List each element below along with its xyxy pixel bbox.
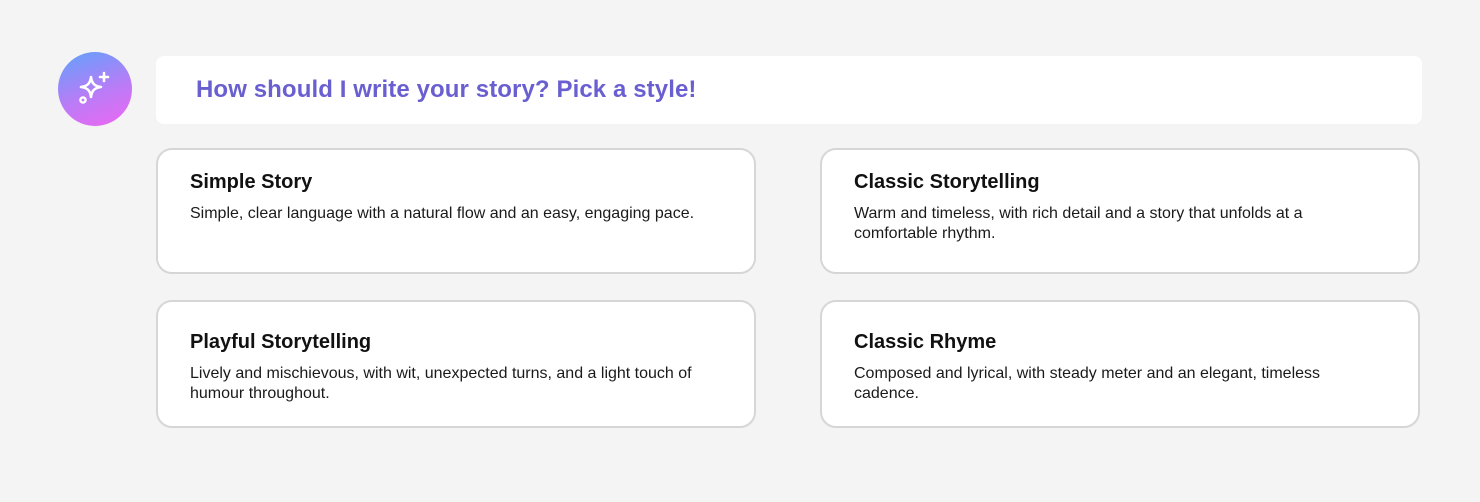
option-description: Composed and lyrical, with steady meter … [854, 365, 1321, 402]
style-option-classic-rhyme[interactable]: Classic Rhyme Composed and lyrical, with… [820, 300, 1420, 428]
assistant-message: How should I write your story? Pick a st… [156, 56, 1422, 124]
style-option-classic-storytelling[interactable]: Classic Storytelling Warm and timeless, … [820, 148, 1420, 274]
option-title: Playful Storytelling [190, 331, 372, 353]
option-title: Classic Rhyme [854, 331, 997, 353]
option-title: Classic Storytelling [854, 171, 1040, 193]
option-description: Lively and mischievous, with wit, unexpe… [190, 365, 692, 402]
style-option-playful-storytelling[interactable]: Playful Storytelling Lively and mischiev… [156, 300, 756, 428]
prompt-text: How should I write your story? Pick a st… [196, 76, 697, 103]
style-option-simple-story[interactable]: Simple Story Simple, clear language with… [156, 148, 756, 274]
option-title: Simple Story [190, 171, 313, 193]
sparkles-icon [79, 71, 110, 104]
option-description: Warm and timeless, with rich detail and … [854, 205, 1303, 242]
option-description: Simple, clear language with a natural fl… [190, 205, 695, 222]
assistant-avatar [58, 52, 132, 126]
